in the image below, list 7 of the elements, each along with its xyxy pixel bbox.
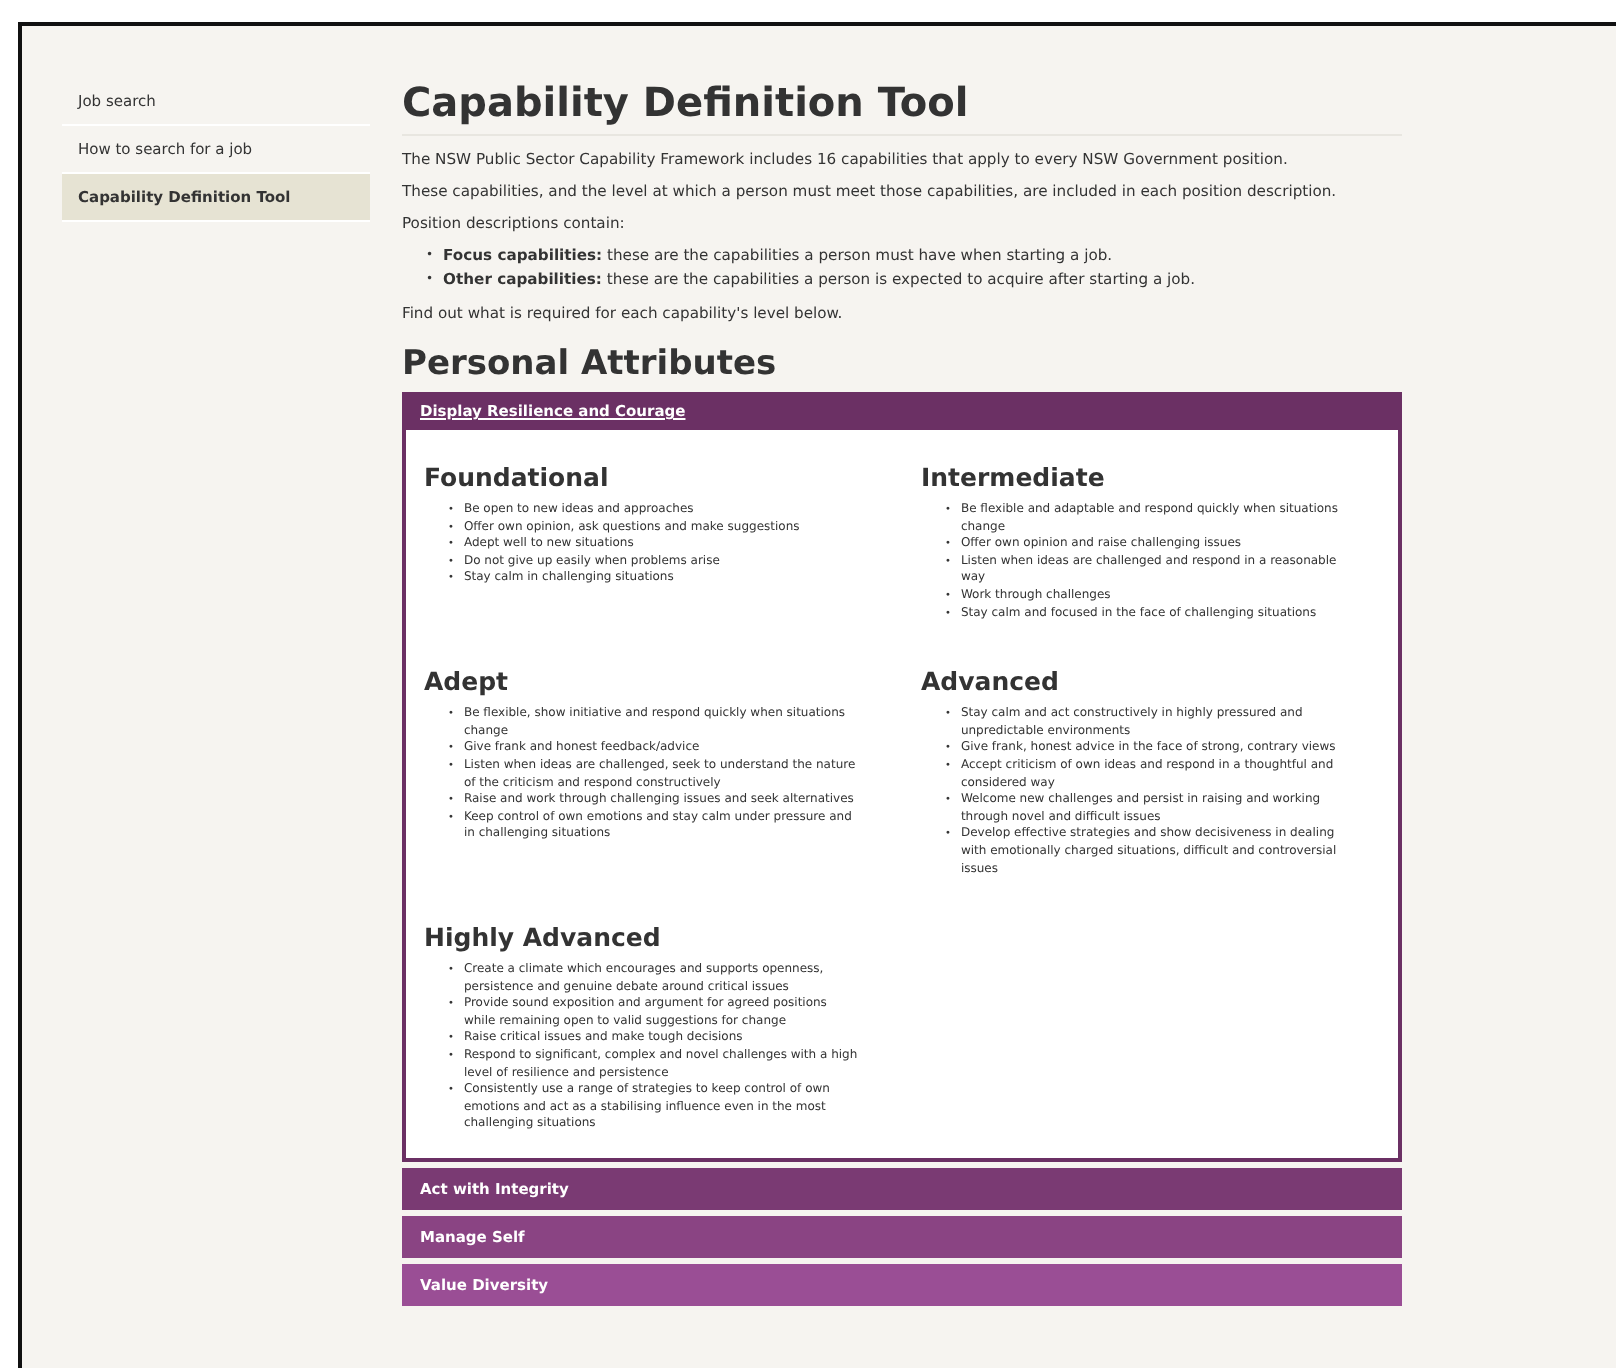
level-heading: Adept [424, 666, 511, 697]
level-heading: Intermediate [921, 462, 1107, 492]
level-heading: Highly Advanced [424, 922, 663, 953]
level-heading: Advanced [921, 666, 1061, 697]
section-heading: Personal Attributes [402, 342, 779, 386]
page-title: Capability Definition Tool [402, 78, 1402, 136]
level-heading: Foundational [424, 462, 611, 492]
